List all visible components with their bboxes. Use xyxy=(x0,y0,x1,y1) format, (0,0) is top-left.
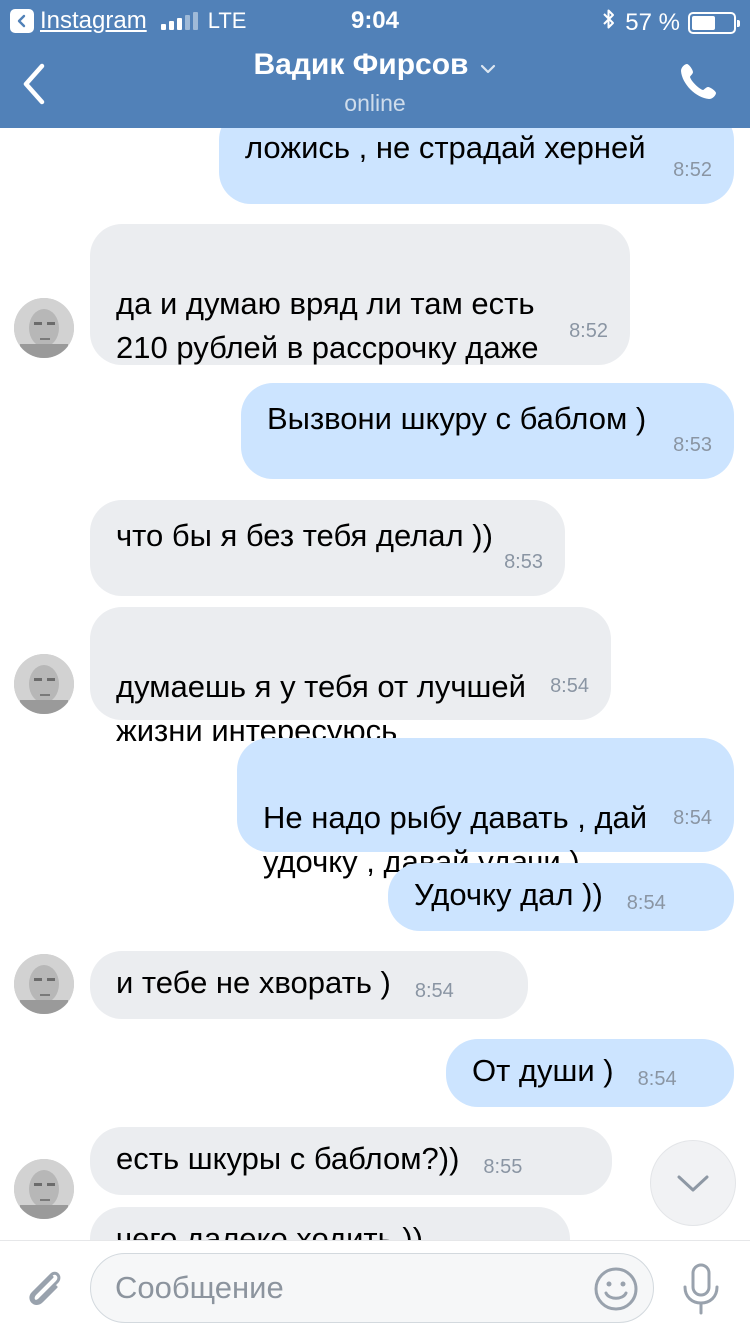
contact-photo xyxy=(14,1159,74,1219)
voice-message-button[interactable] xyxy=(676,1261,726,1317)
message-time: 8:54 xyxy=(673,807,712,829)
contact-status: online xyxy=(344,90,406,116)
phone-icon xyxy=(681,64,716,99)
avatar[interactable] xyxy=(14,298,74,358)
message-time: 8:52 xyxy=(673,159,712,181)
attach-button[interactable] xyxy=(20,1263,70,1313)
message-bubble-outgoing[interactable]: ложись , не страдай херней 8:52 xyxy=(219,128,734,204)
message-text: От души ) 8:54 xyxy=(472,1049,708,1101)
microphone-icon xyxy=(683,1263,719,1315)
message-time: 8:52 xyxy=(569,320,608,342)
composer-bar xyxy=(0,1240,750,1334)
status-bar: Instagram LTE 9:04 57 % xyxy=(0,0,750,40)
battery-icon xyxy=(688,11,740,34)
message-bubble-incoming[interactable]: да и думаю вряд ли там есть 210 рублей в… xyxy=(90,224,630,365)
contact-photo xyxy=(14,298,74,358)
bluetooth-icon xyxy=(601,7,617,38)
battery-level xyxy=(692,15,715,30)
scroll-to-bottom-button[interactable] xyxy=(650,1140,736,1226)
message-time: 8:54 xyxy=(414,980,454,1002)
message-bubble-incoming[interactable]: чего далеко ходить )) xyxy=(90,1207,570,1240)
message-time: 8:53 xyxy=(504,551,543,573)
message-text: чего далеко ходить )) xyxy=(116,1221,424,1240)
message-text: есть шкуры с баблом?)) 8:55 xyxy=(116,1137,586,1189)
message-time: 8:54 xyxy=(626,892,666,914)
call-button[interactable] xyxy=(676,60,720,104)
battery-percent: 57 % xyxy=(625,8,680,36)
message-text: да и думаю вряд ли там есть 210 рублей в… xyxy=(116,286,539,365)
message-time: 8:55 xyxy=(483,1156,523,1178)
message-bubble-outgoing[interactable]: Вызвони шкуру с баблом ) 8:53 xyxy=(241,383,734,479)
message-bubble-incoming[interactable]: и тебе не хворать ) 8:54 xyxy=(90,951,528,1019)
message-text: Вызвони шкуру с баблом ) xyxy=(267,401,647,436)
message-list[interactable]: ложись , не страдай херней 8:52 да и дум… xyxy=(0,128,750,1240)
message-bubble-outgoing[interactable]: Не надо рыбу давать , дай удочку , давай… xyxy=(237,738,734,879)
avatar[interactable] xyxy=(14,1159,74,1219)
message-time: 8:53 xyxy=(673,434,712,456)
message-text: Удочку дал )) 8:54 xyxy=(414,873,708,925)
avatar[interactable] xyxy=(14,654,74,714)
avatar[interactable] xyxy=(14,954,74,1014)
paperclip-icon xyxy=(29,1271,61,1306)
message-bubble-incoming[interactable]: думаешь я у тебя от лучшей жизни интерес… xyxy=(90,607,611,748)
emoji-button[interactable] xyxy=(593,1266,639,1312)
message-bubble-incoming[interactable]: есть шкуры с баблом?)) 8:55 xyxy=(90,1127,612,1195)
chat-title[interactable]: Вадик Фирсов xyxy=(0,48,750,83)
contact-name: Вадик Фирсов xyxy=(253,48,469,81)
message-text: и тебе не хворать ) 8:54 xyxy=(116,961,502,1013)
chat-header: Instagram LTE 9:04 57 % Вадик Фирсов onl… xyxy=(0,0,750,128)
message-input[interactable] xyxy=(115,1254,595,1322)
contact-photo xyxy=(14,654,74,714)
status-right: 57 % xyxy=(601,7,740,38)
message-bubble-outgoing[interactable]: Удочку дал )) 8:54 xyxy=(388,863,734,931)
message-time: 8:54 xyxy=(550,675,589,697)
chevron-down-icon xyxy=(677,1175,709,1192)
smiley-icon xyxy=(594,1267,638,1311)
message-time: 8:54 xyxy=(637,1068,677,1090)
contact-photo xyxy=(14,954,74,1014)
message-text: что бы я без тебя делал )) xyxy=(116,518,493,553)
message-input-wrapper[interactable] xyxy=(90,1253,654,1323)
message-bubble-outgoing[interactable]: От души ) 8:54 xyxy=(446,1039,734,1107)
message-text: ложись , не страдай херней xyxy=(245,130,646,165)
message-bubble-incoming[interactable]: что бы я без тебя делал )) 8:53 xyxy=(90,500,565,596)
chevron-down-icon xyxy=(479,49,497,83)
